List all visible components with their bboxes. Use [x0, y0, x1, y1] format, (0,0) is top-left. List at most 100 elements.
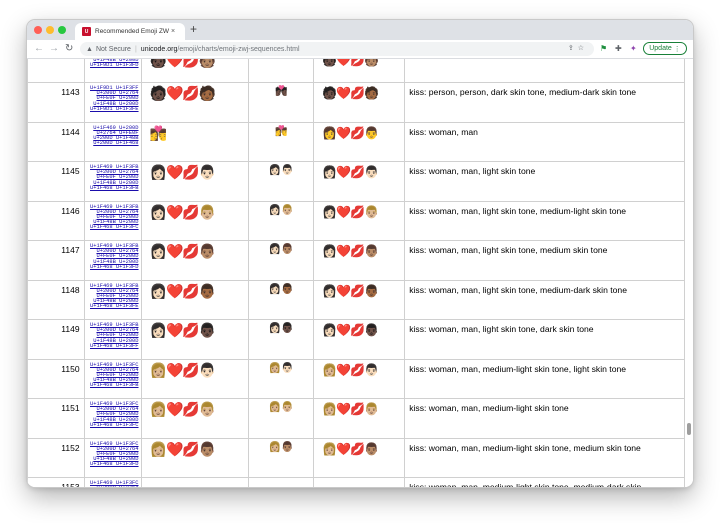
emoji-name: kiss: woman, man, light skin tone, dark … — [404, 319, 685, 360]
component-emoji: 👩❤️💋👨 — [313, 121, 406, 162]
maximize-window-button[interactable] — [58, 26, 66, 34]
back-arrow-icon[interactable]: ← — [34, 43, 44, 54]
code-points-cell: U+1F469 U+1F3FB U+200D U+2764 U+FE0F U+200… — [83, 319, 142, 360]
emoji-name: kiss: woman, man, light skin tone, mediu… — [404, 200, 685, 241]
code-point-link[interactable]: U+1F468 U+1F3FE — [85, 304, 139, 310]
table-row: 1150 U+1F469 U+1F3FC U+200D U+2764 U+FE0F U… — [27, 358, 685, 399]
reload-icon[interactable]: ↻ — [65, 43, 73, 54]
row-number: 1153 — [27, 477, 85, 487]
code-point-link[interactable]: U+1F468 U+1F3FF — [85, 343, 139, 349]
code-point-link[interactable]: U+1F9D1 U+1F3FE — [85, 106, 139, 112]
update-button[interactable]: Update ⋮ — [643, 42, 687, 55]
table-row: 1152 U+1F469 U+1F3FC U+200D U+2764 U+FE0F U… — [27, 437, 685, 478]
emoji-name: kiss: woman, man, medium-light skin tone… — [404, 437, 685, 478]
code-point-link[interactable]: U+1F468 U+1F3FB — [85, 383, 139, 389]
code-points-cell: U+1F469 U+1F3FB U+200D U+2764 U+FE0F U+200… — [83, 200, 142, 241]
row-number: 1146 — [27, 200, 85, 241]
minimize-window-button[interactable] — [46, 26, 54, 34]
emoji-name: kiss: woman, man — [404, 121, 685, 162]
kebab-menu-icon[interactable]: ⋮ — [674, 45, 681, 53]
component-emoji: 🧑🏿❤️💋🧑🏾 — [313, 82, 406, 123]
browser-emoji: 👩🏼❤️💋👨🏼 — [140, 398, 250, 439]
sample-emoji: 👩🏻👨🏿 — [248, 319, 315, 360]
sample-emoji: 💏🏿 — [248, 82, 315, 123]
emoji-name: kiss: woman, man, medium-light skin tone… — [404, 358, 685, 399]
component-emoji: 👩🏻❤️💋👨🏻 — [313, 161, 406, 202]
table-row: 1143 U+1F9D1 U+1F3FF U+200D U+2764 U+FE0F U… — [27, 82, 685, 123]
emoji-name: kiss: woman, man, light skin tone — [404, 161, 685, 202]
browser-emoji: 🧑🏿❤️💋🧑🏽 — [140, 59, 250, 83]
code-points-cell: U+1F469 U+200D U+2764 U+FE0F U+200D U+1F48… — [83, 121, 142, 162]
sample-emoji: 👩🏻👨🏼 — [248, 200, 315, 241]
code-points-cell: U+1F469 U+1F3FCU+200D U+2764 — [83, 477, 142, 487]
not-secure-label[interactable]: Not Secure — [96, 46, 131, 53]
tab-close-icon[interactable]: × — [171, 28, 175, 35]
emoji-name — [404, 59, 685, 83]
table-row: 1147 U+1F469 U+1F3FB U+200D U+2764 U+FE0F U… — [27, 240, 685, 281]
browser-emoji: 👩🏻❤️💋👨🏾 — [140, 279, 250, 320]
table-row: 1146 U+1F469 U+1F3FB U+200D U+2764 U+FE0F U… — [27, 200, 685, 241]
url-path: /emoji/charts/emoji-zwj-sequences.html — [177, 45, 300, 53]
share-icon[interactable]: ⇪ — [568, 45, 578, 52]
scrollbar-thumb[interactable] — [687, 423, 691, 435]
table-row: U+FE0F U+200DU+1F48B U+200DU+1F9D1 U+1F3… — [27, 59, 685, 83]
new-tab-button[interactable]: + — [190, 22, 197, 36]
sample-emoji: 👩‍❤️‍💋‍👨 — [248, 121, 315, 162]
browser-emoji: 👩🏻❤️💋👨🏽 — [140, 240, 250, 281]
emoji-name: kiss: person, person, dark skin tone, me… — [404, 82, 685, 123]
code-points-cell: U+1F469 U+1F3FB U+200D U+2764 U+FE0F U+200… — [83, 240, 142, 281]
row-number: 1148 — [27, 279, 85, 320]
table-row: 1151 U+1F469 U+1F3FC U+200D U+2764 U+FE0F U… — [27, 398, 685, 439]
sample-emoji: 👩🏻👨🏾 — [248, 279, 315, 320]
component-emoji: 🧑🏿❤️💋🧑🏽 — [313, 59, 406, 83]
code-points-cell: U+FE0F U+200DU+1F48B U+200DU+1F9D1 U+1F3… — [83, 59, 142, 83]
row-number: 1149 — [27, 319, 85, 360]
row-number: 1143 — [27, 82, 85, 123]
code-point-link[interactable]: U+1F468 U+1F3FD — [85, 264, 139, 270]
bookmark-star-icon[interactable]: ☆ — [578, 45, 588, 52]
component-emoji: 👩🏼❤️💋👨🏽 — [313, 437, 406, 478]
table-row: 1148 U+1F469 U+1F3FB U+200D U+2764 U+FE0F U… — [27, 279, 685, 320]
component-emoji: 👩🏼❤️💋👨🏼 — [313, 398, 406, 439]
code-point-link[interactable]: U+1F9D1 U+1F3FD — [85, 63, 139, 69]
browser-emoji — [140, 477, 250, 487]
emoji-name: kiss: woman, man, light skin tone, mediu… — [404, 279, 685, 320]
component-emoji: 👩🏻❤️💋👨🏽 — [313, 240, 406, 281]
row-number: 1151 — [27, 398, 85, 439]
row-number: 1147 — [27, 240, 85, 281]
code-point-link[interactable]: U+200D U+1F468 — [85, 140, 138, 146]
update-label: Update — [649, 45, 672, 52]
sample-emoji — [248, 59, 315, 83]
emoji-name: kiss: woman, man, medium-light skin tone — [404, 398, 685, 439]
code-point-link[interactable]: U+200D U+2764 — [85, 485, 138, 487]
table-row: 1144 U+1F469 U+200D U+2764 U+FE0F U+200D U+… — [27, 121, 685, 162]
close-window-button[interactable] — [34, 26, 42, 34]
code-points-cell: U+1F469 U+1F3FC U+200D U+2764 U+FE0F U+200… — [83, 358, 142, 399]
browser-window: U Recommended Emoji ZWJ Sequ × + ← → ↻ ▲… — [27, 20, 693, 487]
puzzle-icon[interactable]: ✚ — [615, 44, 622, 53]
code-point-link[interactable]: U+1F468 U+1F3FC — [85, 422, 139, 428]
tab-emoji-zwj[interactable]: U Recommended Emoji ZWJ Sequ × — [75, 23, 185, 40]
code-point-link[interactable]: U+1F468 U+1F3FB — [85, 185, 139, 191]
sample-emoji — [248, 477, 315, 487]
page-scrollbar[interactable] — [685, 59, 693, 487]
browser-emoji: 👩🏻❤️💋👨🏿 — [140, 319, 250, 360]
warning-icon[interactable]: ▲ — [86, 46, 93, 53]
emoji-name: kiss: woman, man, light skin tone, mediu… — [404, 240, 685, 281]
profile-icon[interactable]: ✦ — [630, 44, 637, 53]
code-points-cell: U+1F469 U+1F3FB U+200D U+2764 U+FE0F U+200… — [83, 279, 142, 320]
code-points-cell: U+1F469 U+1F3FC U+200D U+2764 U+FE0F U+200… — [83, 437, 142, 478]
sample-emoji: 👩🏼👨🏻 — [248, 358, 315, 399]
browser-toolbar: ← → ↻ ▲ Not Secure | unicode.org/emoji/c… — [27, 40, 693, 59]
address-separator: | — [134, 45, 137, 53]
row-number: 1145 — [27, 161, 85, 202]
browser-emoji: 👩🏻❤️💋👨🏼 — [140, 200, 250, 241]
forward-arrow-icon[interactable]: → — [49, 43, 59, 54]
extension-flag-icon[interactable]: ⚑ — [600, 44, 607, 53]
browser-emoji: 👩‍❤️‍💋‍👨 — [140, 121, 250, 162]
code-point-link[interactable]: U+1F468 U+1F3FC — [85, 225, 139, 231]
sample-emoji: 👩🏻👨🏻 — [248, 161, 315, 202]
address-bar[interactable]: ▲ Not Secure | unicode.org/emoji/charts/… — [80, 42, 594, 56]
code-point-link[interactable]: U+1F468 U+1F3FD — [85, 462, 139, 468]
url-host: unicode.org — [140, 45, 178, 53]
